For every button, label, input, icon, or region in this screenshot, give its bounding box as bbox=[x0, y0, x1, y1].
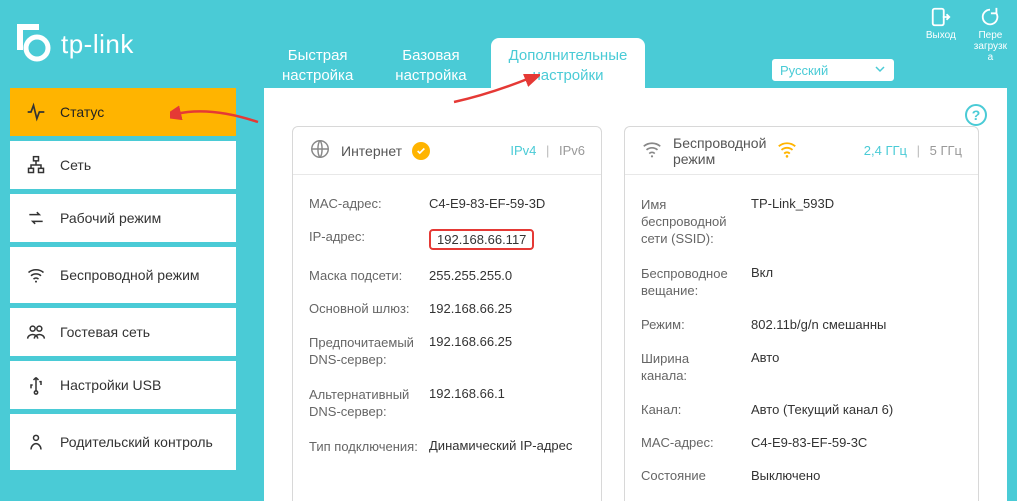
sidebar-item-label: Статус bbox=[60, 104, 104, 120]
sidebar-item-label: Гостевая сеть bbox=[60, 324, 150, 340]
ip-address-value: 192.168.66.117 bbox=[429, 229, 534, 250]
reload-button[interactable]: Пере загрузк а bbox=[974, 6, 1007, 63]
band-5-toggle[interactable]: 5 ГГц bbox=[930, 143, 962, 158]
card-title: Интернет bbox=[341, 143, 402, 159]
logout-button[interactable]: Выход bbox=[926, 6, 956, 41]
wifi-icon bbox=[641, 138, 663, 163]
sidebar-item-guest-network[interactable]: Гостевая сеть bbox=[10, 308, 236, 356]
activity-icon bbox=[26, 102, 46, 122]
sidebar-item-label: Настройки USB bbox=[60, 377, 161, 393]
chevron-down-icon bbox=[874, 63, 886, 78]
status-ok-icon bbox=[412, 142, 430, 160]
mode-icon bbox=[26, 208, 46, 228]
tab-advanced[interactable]: Дополнительные настройки bbox=[491, 38, 646, 88]
ipv6-toggle[interactable]: IPv6 bbox=[559, 143, 585, 158]
logo-text: tp-link bbox=[61, 29, 134, 60]
reload-icon bbox=[979, 6, 1001, 28]
tab-basic[interactable]: Базовая настройка bbox=[377, 38, 484, 88]
logo: tp-link bbox=[15, 24, 134, 64]
sidebar-item-network[interactable]: Сеть bbox=[10, 141, 236, 189]
card-internet: Интернет IPv4 | IPv6 MAC-адрес:C4-E9-83-… bbox=[292, 126, 602, 501]
sidebar-item-label: Родительский контроль bbox=[60, 434, 213, 451]
usb-icon bbox=[26, 375, 46, 395]
sidebar-item-label: Сеть bbox=[60, 157, 91, 173]
card-title: Беспроводнойрежим bbox=[673, 135, 766, 167]
network-icon bbox=[26, 155, 46, 175]
card-wireless: Беспроводнойрежим 2,4 ГГц | 5 ГГц Имябес… bbox=[624, 126, 979, 501]
band-24-toggle[interactable]: 2,4 ГГц bbox=[864, 143, 907, 158]
sidebar-item-operating-mode[interactable]: Рабочий режим bbox=[10, 194, 236, 242]
logout-icon bbox=[930, 6, 952, 28]
globe-icon bbox=[309, 138, 331, 163]
language-label: Русский bbox=[780, 63, 828, 78]
sidebar-item-wireless[interactable]: Беспроводной режим bbox=[10, 247, 236, 303]
sidebar-item-status[interactable]: Статус bbox=[10, 88, 236, 136]
tab-quick-setup[interactable]: Быстрая настройка bbox=[264, 38, 371, 88]
sidebar-item-parental[interactable]: Родительский контроль bbox=[10, 414, 236, 470]
wifi-icon bbox=[26, 265, 46, 285]
sidebar-item-usb[interactable]: Настройки USB bbox=[10, 361, 236, 409]
logo-mark-icon bbox=[15, 24, 55, 64]
parental-icon bbox=[26, 432, 46, 452]
sidebar-item-label: Рабочий режим bbox=[60, 210, 161, 226]
help-button[interactable]: ? bbox=[965, 104, 987, 126]
sidebar-item-label: Беспроводной режим bbox=[60, 267, 200, 284]
guest-icon bbox=[26, 322, 46, 342]
language-select[interactable]: Русский bbox=[771, 58, 895, 82]
ipv4-toggle[interactable]: IPv4 bbox=[510, 143, 536, 158]
wifi-signal-icon bbox=[776, 138, 798, 163]
